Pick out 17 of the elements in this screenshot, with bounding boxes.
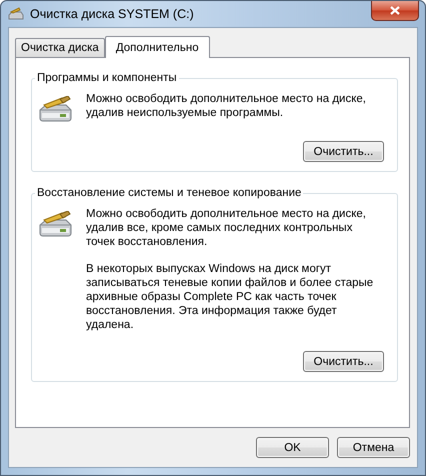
description-text: В некоторых выпусках Windows на диск могут записываться теневые копии файлов и более старые архивные образы Complete PC как часть точек восстановления. Эта информация также будет удалена. (86, 262, 374, 332)
group-title: Восстановление системы и теневое копирование (37, 187, 302, 199)
tab[interactable]: Очистка диска (15, 38, 105, 57)
description-text: Можно освободить дополнительное место на диске, удалив все, кроме самых последних контрольных точек восстановления. (86, 207, 367, 249)
disk-cleanup-icon (38, 96, 72, 122)
cleanup-button[interactable]: Очистить... (303, 141, 384, 162)
cleanup-button[interactable]: Очистить... (303, 351, 384, 372)
tab[interactable]: Дополнительно (104, 36, 210, 58)
description-text: Можно освободить дополнительное место на диске, удалив неиспользуемые программы. (86, 92, 367, 120)
close-button[interactable] (371, 1, 419, 21)
disk-cleanup-icon (8, 7, 24, 21)
group-title: Программы и компоненты (37, 72, 177, 84)
cancel-button[interactable]: Отмена (337, 437, 410, 458)
disk-cleanup-icon (38, 211, 72, 237)
window-title: Очистка диска SYSTEM (C:) (30, 7, 194, 21)
ok-button[interactable]: OK (256, 437, 329, 458)
close-icon (390, 6, 400, 15)
